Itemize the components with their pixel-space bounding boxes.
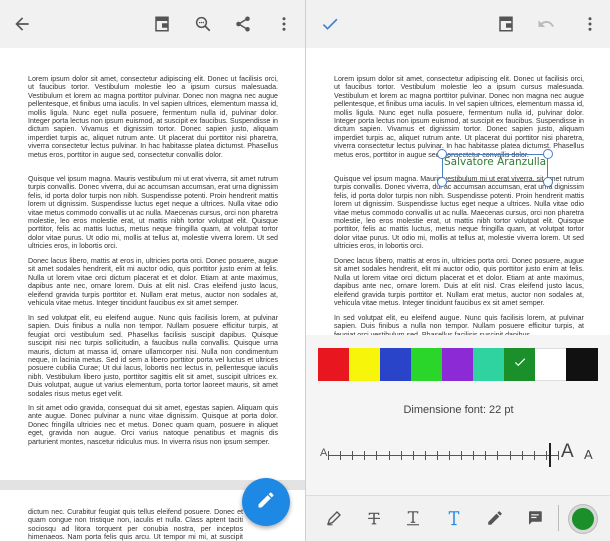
- resize-handle-bottom-right[interactable]: [543, 177, 553, 187]
- paragraph: Donec lacus libero, mattis at eros in, u…: [334, 257, 584, 308]
- slider-tick: [449, 451, 450, 460]
- slider-tick: [340, 451, 341, 460]
- slider-tick: [364, 451, 365, 460]
- slider-max-label: A: [561, 441, 574, 462]
- document-page: Lorem ipsum dolor sit amet, consectetur …: [306, 48, 610, 335]
- slider-tick: [437, 451, 438, 460]
- paragraph: Donec lacus libero, mattis at eros in, u…: [28, 257, 278, 308]
- pen-icon[interactable]: [483, 506, 507, 530]
- pencil-icon: [256, 490, 276, 515]
- color-swatch-black[interactable]: [566, 348, 598, 381]
- right-screen: Lorem ipsum dolor sit amet, consectetur …: [306, 0, 610, 541]
- slider-tick: [510, 451, 511, 460]
- color-swatch-yellow[interactable]: [349, 348, 380, 381]
- slider-tick: [413, 451, 414, 460]
- font-size-slider-thumb[interactable]: [549, 443, 551, 467]
- resize-handle-top-right[interactable]: [543, 149, 553, 159]
- color-swatch-dark-green[interactable]: [504, 348, 535, 381]
- slider-min-label: A: [320, 447, 328, 459]
- confirm-check-icon[interactable]: [318, 12, 342, 36]
- resize-handle-bottom-left[interactable]: [437, 177, 447, 187]
- slider-tick: [461, 451, 462, 460]
- paragraph: Quisque vel ipsum magna. Mauris vestibul…: [28, 175, 278, 251]
- slider-tick: [485, 451, 486, 460]
- edit-toolbar: [306, 0, 610, 48]
- slider-tick: [352, 451, 353, 460]
- more-options-icon[interactable]: [578, 12, 602, 36]
- comment-icon[interactable]: [523, 506, 547, 530]
- color-swatch-green[interactable]: [411, 348, 442, 381]
- document-view-icon[interactable]: [150, 12, 174, 36]
- slider-tick: [534, 451, 535, 460]
- slider-tick: [376, 451, 377, 460]
- slider-tick: [546, 451, 547, 460]
- document-view-icon[interactable]: [494, 12, 518, 36]
- color-swatch-blue[interactable]: [380, 348, 411, 381]
- color-divider: [558, 505, 559, 531]
- highlighter-icon[interactable]: [322, 506, 346, 530]
- paragraph: In sed volutpat elit, eu eleifend augue.…: [334, 314, 584, 335]
- document-page: Lorem ipsum dolor sit amet, consectetur …: [0, 48, 305, 480]
- paragraph: Lorem ipsum dolor sit amet, consectetur …: [28, 75, 278, 159]
- edit-fab-button[interactable]: [242, 478, 290, 526]
- slider-tick: [328, 451, 329, 460]
- left-screen: Lorem ipsum dolor sit amet, consectetur …: [0, 0, 305, 541]
- slider-tick: [389, 451, 390, 460]
- selected-check-icon: [513, 355, 527, 374]
- back-arrow-icon[interactable]: [10, 12, 34, 36]
- search-comments-icon[interactable]: [191, 12, 215, 36]
- signature-text[interactable]: Salvatore Aranzulla: [444, 156, 546, 168]
- paragraph: In sit amet odio gravida, consequat dui …: [28, 404, 278, 446]
- top-toolbar: [0, 0, 305, 48]
- slider-max-label-small: A: [584, 447, 593, 462]
- current-color-button[interactable]: [569, 505, 597, 533]
- font-size-slider-track[interactable]: [328, 455, 558, 456]
- color-swatch-white[interactable]: [535, 348, 566, 381]
- more-options-icon[interactable]: [272, 12, 296, 36]
- paragraph: Lorem ipsum dolor sit amet, consectetur …: [334, 75, 584, 159]
- strikethrough-text-icon[interactable]: [362, 506, 386, 530]
- slider-tick: [425, 451, 426, 460]
- underline-text-icon[interactable]: [401, 506, 425, 530]
- slider-tick: [497, 451, 498, 460]
- slider-tick: [558, 451, 559, 460]
- resize-handle-top-left[interactable]: [437, 149, 447, 159]
- slider-tick: [522, 451, 523, 460]
- text-tool-icon[interactable]: [442, 506, 466, 530]
- paragraph: dictum nec. Curabitur feugiat quis tellu…: [28, 508, 243, 541]
- slider-tick: [473, 451, 474, 460]
- undo-icon[interactable]: [534, 12, 558, 36]
- annotation-toolbar: [306, 495, 610, 541]
- color-swatch-red[interactable]: [318, 348, 349, 381]
- paragraph: In sed volutpat elit, eu eleifend augue.…: [28, 314, 278, 398]
- color-swatch-purple[interactable]: [442, 348, 473, 381]
- color-swatch-teal[interactable]: [473, 348, 504, 381]
- share-icon[interactable]: [231, 12, 255, 36]
- font-size-label: Dimensione font: 22 pt: [403, 404, 514, 416]
- slider-tick: [401, 451, 402, 460]
